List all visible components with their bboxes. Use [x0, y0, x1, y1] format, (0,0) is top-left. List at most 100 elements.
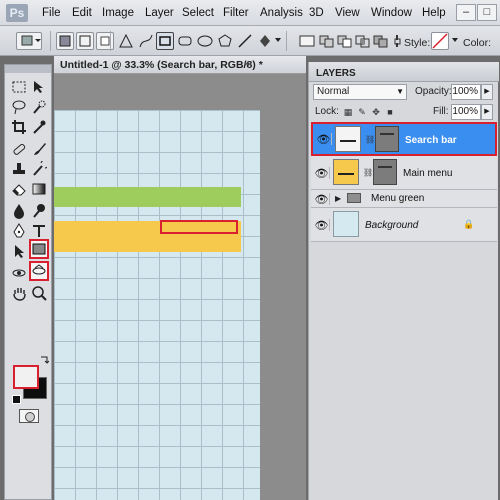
fill-slider-button[interactable]: ▶ — [481, 104, 493, 120]
lock-position-icon[interactable]: ✥ — [371, 107, 381, 117]
layer-name[interactable]: Search bar — [405, 135, 457, 146]
layer-name[interactable]: Background — [365, 220, 418, 231]
minimize-button[interactable]: – — [456, 4, 476, 21]
move-icon[interactable] — [29, 77, 49, 97]
link-icon[interactable]: ⛓ — [365, 135, 375, 144]
menu-file[interactable]: File — [42, 7, 61, 19]
3d-rotate-icon[interactable] — [9, 263, 29, 283]
layer-row-background[interactable]: 👁 Background 🔒 — [311, 208, 497, 242]
menu-filter[interactable]: Filter — [223, 7, 249, 19]
add-to-shape-icon[interactable] — [318, 32, 336, 50]
opacity-input[interactable]: 100% — [451, 84, 481, 100]
crop-icon[interactable] — [9, 117, 29, 137]
menu-select[interactable]: Select — [182, 7, 214, 19]
close-icon[interactable]: × — [244, 59, 250, 70]
fill-input[interactable]: 100% — [451, 104, 481, 120]
blend-mode-value: Normal — [317, 86, 350, 97]
gradient-icon[interactable] — [29, 179, 49, 199]
3d-orbit-icon[interactable] — [29, 261, 49, 281]
quick-mask-icon[interactable] — [19, 409, 39, 423]
rectangle-shape-button[interactable] — [156, 32, 174, 50]
lock-icon: 🔒 — [463, 219, 475, 229]
new-shape-layer-icon[interactable] — [298, 32, 316, 50]
search-bar-shape[interactable] — [160, 220, 238, 234]
shape-layers-icon — [59, 35, 71, 47]
menu-edit[interactable]: Edit — [72, 7, 92, 19]
layer-row-menu-green[interactable]: 👁 ▶ Menu green — [311, 190, 497, 208]
layer-row-search-bar[interactable]: 👁 ⛓ Search bar — [311, 122, 497, 156]
swap-colors-icon[interactable] — [39, 355, 49, 365]
menu-3d[interactable]: 3D — [309, 7, 324, 19]
menu-help[interactable]: Help — [422, 7, 446, 19]
lock-all-icon[interactable]: ■ — [385, 107, 395, 117]
rectangle-shape-icon — [159, 36, 171, 46]
menu-image[interactable]: Image — [102, 7, 134, 19]
lock-pixels-icon[interactable]: ✎ — [357, 107, 367, 117]
ellipse-icon[interactable] — [196, 32, 214, 50]
rectangle-icon[interactable] — [29, 239, 49, 259]
hand-icon[interactable] — [9, 283, 29, 303]
rounded-rectangle-icon[interactable] — [176, 32, 194, 50]
eye-icon[interactable]: 👁 — [316, 133, 332, 146]
subtract-shape-icon[interactable] — [336, 32, 354, 50]
eye-icon[interactable]: 👁 — [314, 193, 330, 206]
stamp-icon[interactable] — [9, 159, 29, 179]
chevron-down-icon[interactable] — [451, 36, 459, 44]
polygon-icon[interactable] — [216, 32, 234, 50]
menu-window[interactable]: Window — [371, 7, 412, 19]
link-icon[interactable]: ⛓ — [363, 168, 373, 177]
brush-icon[interactable] — [29, 139, 49, 159]
opacity-label: Opacity: — [415, 86, 452, 97]
vector-mask-thumbnail[interactable] — [375, 126, 399, 152]
history-brush-icon[interactable] — [29, 159, 49, 179]
marquee-icon[interactable] — [9, 77, 29, 97]
panel-grip[interactable] — [5, 65, 51, 73]
eyedropper-icon[interactable] — [29, 117, 49, 137]
menu-view[interactable]: View — [335, 7, 360, 19]
default-colors-icon[interactable] — [12, 395, 21, 404]
pen-icon[interactable] — [9, 221, 29, 241]
style-picker[interactable] — [431, 32, 449, 50]
restore-button[interactable]: □ — [477, 4, 497, 21]
type-icon[interactable] — [29, 221, 49, 241]
path-select-icon[interactable] — [9, 241, 29, 261]
healing-icon[interactable] — [9, 139, 29, 159]
shape-layers-button[interactable] — [56, 32, 74, 50]
paths-button[interactable] — [76, 32, 94, 50]
exclude-shape-icon[interactable] — [372, 32, 390, 50]
custom-shape-icon[interactable] — [256, 32, 274, 50]
dodge-icon[interactable] — [29, 201, 49, 221]
layer-name[interactable]: Main menu — [403, 168, 452, 179]
quick-select-icon[interactable] — [29, 97, 49, 117]
separator — [110, 31, 111, 51]
expand-triangle-icon[interactable]: ▶ — [335, 194, 341, 203]
vector-mask-thumbnail[interactable] — [373, 159, 397, 185]
layers-panel-header[interactable]: LAYERS — [309, 62, 499, 82]
layer-name[interactable]: Menu green — [371, 193, 424, 204]
lock-transparency-icon[interactable]: ▦ — [343, 107, 353, 117]
layers-panel: LAYERS Normal ▼ Opacity: 100% ▶ Lock: ▦ … — [308, 62, 499, 500]
eraser-icon[interactable] — [9, 179, 29, 199]
canvas[interactable] — [54, 110, 260, 500]
blur-icon[interactable] — [9, 201, 29, 221]
document-tab[interactable]: Untitled-1 @ 33.3% (Search bar, RGB/8) *… — [54, 56, 306, 74]
freeform-pen-icon[interactable] — [137, 32, 155, 50]
zoom-icon[interactable] — [29, 283, 49, 303]
options-bar: Style: Color: — [0, 26, 500, 56]
foreground-color-swatch[interactable] — [13, 365, 39, 389]
line-icon[interactable] — [236, 32, 254, 50]
eye-icon[interactable]: 👁 — [314, 167, 330, 180]
menu-layer[interactable]: Layer — [145, 7, 174, 19]
menu-analysis[interactable]: Analysis — [260, 7, 303, 19]
eye-icon[interactable]: 👁 — [314, 219, 330, 232]
layer-row-main-menu[interactable]: 👁 ⛓ Main menu — [311, 156, 497, 190]
fill-pixels-button[interactable] — [96, 32, 114, 50]
blend-mode-select[interactable]: Normal ▼ — [313, 84, 407, 100]
lasso-icon[interactable] — [9, 97, 29, 117]
chevron-down-icon: ▼ — [396, 87, 404, 96]
intersect-shape-icon[interactable] — [354, 32, 372, 50]
pen-icon[interactable] — [117, 32, 135, 50]
opacity-slider-button[interactable]: ▶ — [481, 84, 493, 100]
chevron-down-icon[interactable] — [274, 36, 282, 44]
tool-preset-picker[interactable] — [16, 32, 42, 50]
